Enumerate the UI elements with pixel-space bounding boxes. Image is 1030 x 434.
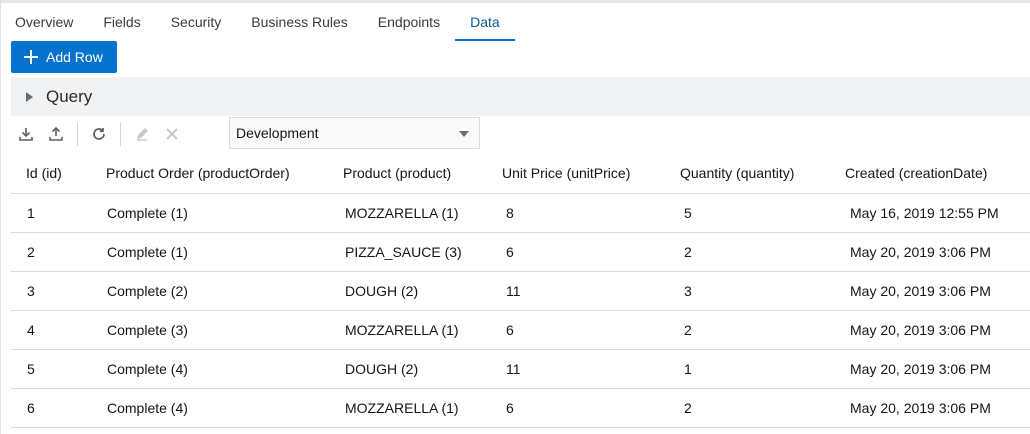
column-header[interactable]: Id (id)	[11, 153, 91, 194]
delete-icon[interactable]	[157, 119, 187, 149]
table-cell: May 20, 2019 3:06 PM	[830, 271, 1030, 311]
table-cell: 3	[11, 271, 91, 311]
table-cell: MOZZARELLA (1)	[328, 310, 487, 350]
table-cell: 11	[487, 271, 665, 311]
table-cell: MOZZARELLA (1)	[328, 388, 487, 428]
table-cell: 2	[11, 232, 91, 272]
tab-fields[interactable]: Fields	[88, 3, 155, 41]
environment-select[interactable]: Development	[229, 117, 480, 149]
plus-icon	[24, 50, 38, 64]
table-cell: Complete (1)	[91, 232, 328, 272]
tab-overview[interactable]: Overview	[0, 3, 88, 41]
table-row[interactable]: 5 Complete (4) DOUGH (2) 11 1 May 20, 20…	[11, 349, 1030, 389]
tab-data[interactable]: Data	[455, 3, 515, 41]
caret-right-icon	[26, 91, 33, 102]
add-row-label: Add Row	[46, 49, 103, 65]
table-cell: May 20, 2019 3:06 PM	[830, 349, 1030, 389]
table-cell: 2	[665, 310, 830, 350]
table-cell: May 20, 2019 3:06 PM	[830, 388, 1030, 428]
table-row[interactable]: 1 Complete (1) MOZZARELLA (1) 8 5 May 16…	[11, 193, 1030, 233]
toolbar-divider	[120, 121, 121, 146]
add-row-button[interactable]: Add Row	[11, 41, 117, 73]
table-cell: DOUGH (2)	[328, 349, 487, 389]
table-cell: 1	[665, 349, 830, 389]
table-header-row: Id (id) Product Order (productOrder) Pro…	[11, 153, 1030, 194]
table-cell: 11	[487, 349, 665, 389]
table-cell: May 20, 2019 3:06 PM	[830, 232, 1030, 272]
table-row[interactable]: 4 Complete (3) MOZZARELLA (1) 6 2 May 20…	[11, 310, 1030, 350]
column-header[interactable]: Quantity (quantity)	[665, 153, 830, 194]
tab-bar: Overview Fields Security Business Rules …	[0, 3, 1030, 41]
data-toolbar	[11, 117, 1030, 150]
data-table: Id (id) Product Order (productOrder) Pro…	[11, 153, 1030, 428]
edit-icon[interactable]	[127, 119, 157, 149]
table-cell: 6	[487, 232, 665, 272]
column-header[interactable]: Created (creationDate)	[830, 153, 1030, 194]
table-cell: Complete (1)	[91, 193, 328, 233]
table-cell: 5	[11, 349, 91, 389]
upload-icon[interactable]	[41, 119, 71, 149]
tab-security[interactable]: Security	[156, 3, 237, 41]
table-cell: 2	[665, 388, 830, 428]
table-cell: Complete (3)	[91, 310, 328, 350]
query-label: Query	[46, 86, 93, 106]
download-icon[interactable]	[11, 119, 41, 149]
refresh-icon[interactable]	[84, 119, 114, 149]
table-cell: 6	[487, 310, 665, 350]
table-cell: PIZZA_SAUCE (3)	[328, 232, 487, 272]
table-cell: Complete (2)	[91, 271, 328, 311]
table-cell: Complete (4)	[91, 349, 328, 389]
chevron-down-icon	[459, 131, 469, 137]
table-cell: 3	[665, 271, 830, 311]
column-header[interactable]: Product Order (productOrder)	[91, 153, 328, 194]
environment-value: Development	[236, 125, 319, 141]
table-cell: 8	[487, 193, 665, 233]
table-row[interactable]: 3 Complete (2) DOUGH (2) 11 3 May 20, 20…	[11, 271, 1030, 311]
table-cell: 4	[11, 310, 91, 350]
table-cell: 1	[11, 193, 91, 233]
table-row[interactable]: 6 Complete (4) MOZZARELLA (1) 6 2 May 20…	[11, 388, 1030, 428]
left-border	[0, 0, 1, 434]
tab-business-rules[interactable]: Business Rules	[236, 3, 363, 41]
tab-endpoints[interactable]: Endpoints	[363, 3, 455, 41]
table-cell: 5	[665, 193, 830, 233]
query-panel-toggle[interactable]: Query	[11, 77, 1030, 116]
table-row[interactable]: 2 Complete (1) PIZZA_SAUCE (3) 6 2 May 2…	[11, 232, 1030, 272]
column-header[interactable]: Unit Price (unitPrice)	[487, 153, 665, 194]
table-cell: DOUGH (2)	[328, 271, 487, 311]
table-cell: MOZZARELLA (1)	[328, 193, 487, 233]
table-cell: 6	[487, 388, 665, 428]
table-cell: May 16, 2019 12:55 PM	[830, 193, 1030, 233]
toolbar-divider	[77, 121, 78, 146]
table-cell: 2	[665, 232, 830, 272]
column-header[interactable]: Product (product)	[328, 153, 487, 194]
table-cell: 6	[11, 388, 91, 428]
table-cell: Complete (4)	[91, 388, 328, 428]
table-cell: May 20, 2019 3:06 PM	[830, 310, 1030, 350]
